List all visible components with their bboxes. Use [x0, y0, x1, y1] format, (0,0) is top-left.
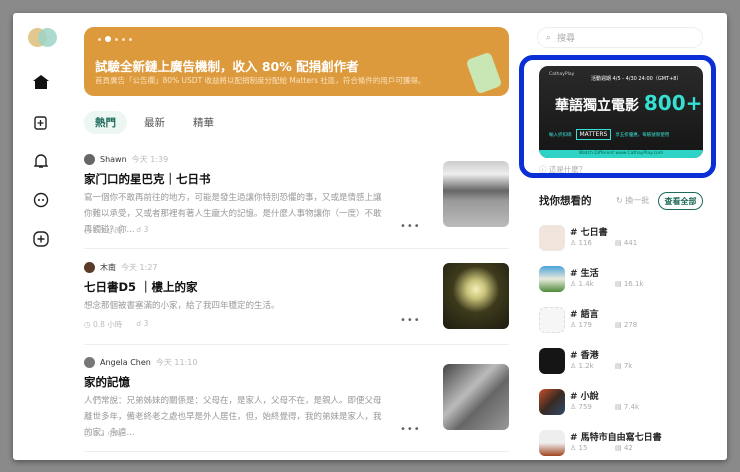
tag-thumbnail	[539, 430, 565, 456]
avatar[interactable]	[84, 154, 95, 165]
ad-highlight: CathayPlay 活動週期 4/5 - 4/30 24:00（GMT+8） …	[519, 55, 716, 178]
post-time: 今天 11:10	[155, 358, 198, 367]
article-title[interactable]: 家的記憶	[84, 374, 130, 390]
ad-headline: 華語獨立電影 800+ 部	[555, 91, 703, 115]
donation-count: ☌ 3	[136, 319, 149, 328]
article-count: ▤ 7.4k	[615, 403, 640, 411]
author-name[interactable]: Angela Chen	[100, 358, 151, 367]
article-title[interactable]: 家门口的星巴克｜七日书	[84, 171, 211, 187]
app-window: 試驗全新鏈上廣告機制，收入 80% 配捐創作者 首頁廣告「公告欄」80% USD…	[13, 13, 727, 460]
donation-count: ☌ 3	[136, 225, 149, 234]
follower-count: ♙ 15	[570, 444, 588, 452]
tag-item[interactable]: # 馬特市自由寫七日書 ♙ 15 ▤ 42	[539, 430, 709, 456]
bell-icon[interactable]	[31, 151, 51, 171]
banner-subtitle: 首頁廣告「公告欄」80% USDT 收益將以配捐制度分配給 Matters 社區…	[95, 76, 426, 85]
more-options-icon[interactable]: •••	[400, 424, 421, 435]
tag-thumbnail	[539, 348, 565, 374]
announcement-banner[interactable]: 試驗全新鏈上廣告機制，收入 80% 配捐創作者 首頁廣告「公告欄」80% USD…	[84, 27, 509, 96]
recommend-title: 找你想看的	[539, 195, 592, 207]
ad-info-link[interactable]: ⓘ 這是什麼？	[539, 164, 586, 175]
view-all-button[interactable]: 查看全部	[658, 192, 703, 210]
phone-illustration	[465, 51, 503, 95]
divider	[84, 451, 509, 452]
tag-item[interactable]: # 生活 ♙ 1.4k ▤ 16.1k	[539, 266, 709, 292]
ad-brand: CathayPlay	[549, 72, 575, 77]
follower-count: ♙ 1.4k	[570, 280, 594, 288]
tag-thumbnail	[539, 266, 565, 292]
author-name[interactable]: Shawn	[100, 155, 127, 164]
article-count: ▤ 16.1k	[615, 280, 644, 288]
article-count: ▤ 7k	[615, 362, 633, 370]
tag-item[interactable]: # 語言 ♙ 179 ▤ 278	[539, 307, 709, 333]
post-time: 今天 1:39	[131, 155, 169, 164]
tag-item[interactable]: # 香港 ♙ 1.2k ▤ 7k	[539, 348, 709, 374]
article-thumbnail[interactable]	[443, 263, 509, 329]
follower-count: ♙ 1.2k	[570, 362, 594, 370]
follower-count: ♙ 759	[570, 403, 592, 411]
article-count: ▤ 441	[615, 239, 638, 247]
ad-banner[interactable]: CathayPlay 活動週期 4/5 - 4/30 24:00（GMT+8） …	[539, 66, 703, 158]
new-post-icon[interactable]	[31, 112, 51, 132]
tag-item[interactable]: # 七日書 ♙ 116 ▤ 441	[539, 225, 709, 251]
article-count: ▤ 42	[615, 444, 633, 452]
search-icon: ⌕	[546, 32, 552, 43]
tab-featured[interactable]: 精華	[182, 111, 225, 134]
more-options-icon[interactable]: •••	[400, 315, 421, 326]
tab-hot[interactable]: 熱門	[84, 111, 127, 134]
article-title[interactable]: 七日書D5 ｜樓上的家	[84, 279, 198, 295]
feed-tabs: 熱門 最新 精華	[84, 111, 225, 134]
add-icon[interactable]	[31, 229, 51, 249]
read-time: ◷ 1.3 小時	[84, 226, 123, 235]
article-excerpt: 想念那個被書塞滿的小家，給了我四年穩定的生活。	[84, 301, 280, 311]
more-options-icon[interactable]: •••	[400, 221, 421, 232]
ad-footer: Watch Different www.CathayPlay.com	[539, 150, 703, 158]
tag-item[interactable]: # 小說 ♙ 759 ▤ 7.4k	[539, 389, 709, 415]
article-count: ▤ 278	[615, 321, 638, 329]
tag-thumbnail	[539, 307, 565, 333]
read-time: ◷ 0.8 小時	[84, 320, 123, 329]
banner-title: 試驗全新鏈上廣告機制，收入 80% 配捐創作者	[95, 59, 359, 74]
avatar[interactable]	[84, 357, 95, 368]
tag-thumbnail	[539, 225, 565, 251]
read-time: ◷ 0.2 小時	[84, 429, 123, 438]
ad-code: MATTERS	[575, 129, 612, 140]
follower-count: ♙ 116	[570, 239, 592, 247]
divider	[84, 248, 509, 249]
author-name[interactable]: 木南	[100, 262, 116, 273]
home-icon[interactable]	[31, 72, 51, 92]
article-card[interactable]: Shawn 今天 1:39 家门口的星巴克｜七日书 寫一個你不敢再前往的地方，可能…	[84, 154, 509, 250]
article-thumbnail[interactable]	[443, 364, 509, 430]
divider	[84, 344, 509, 345]
carousel-dots[interactable]	[98, 36, 132, 42]
post-time: 今天 1:27	[121, 263, 158, 272]
follower-count: ♙ 179	[570, 321, 592, 329]
shuffle-button[interactable]: ↻ 換一批	[616, 195, 649, 206]
avatar[interactable]	[84, 262, 95, 273]
search-input[interactable]: ⌕ 搜尋	[537, 27, 703, 48]
article-card[interactable]: Angela Chen 今天 11:10 家的記憶 人們常說：兄弟姊妹的關係是：父…	[84, 357, 509, 453]
ad-period: 活動週期 4/5 - 4/30 24:00（GMT+8）	[591, 76, 682, 82]
article-excerpt: 人們常說：兄弟姊妹的關係是：父母在，是家人，父母不在，是親人。即便父母離世多年，…	[84, 396, 382, 438]
profile-icon[interactable]	[31, 190, 51, 210]
tab-latest[interactable]: 最新	[133, 111, 176, 134]
article-thumbnail[interactable]	[443, 161, 509, 227]
tag-thumbnail	[539, 389, 565, 415]
matters-logo[interactable]	[28, 28, 58, 48]
